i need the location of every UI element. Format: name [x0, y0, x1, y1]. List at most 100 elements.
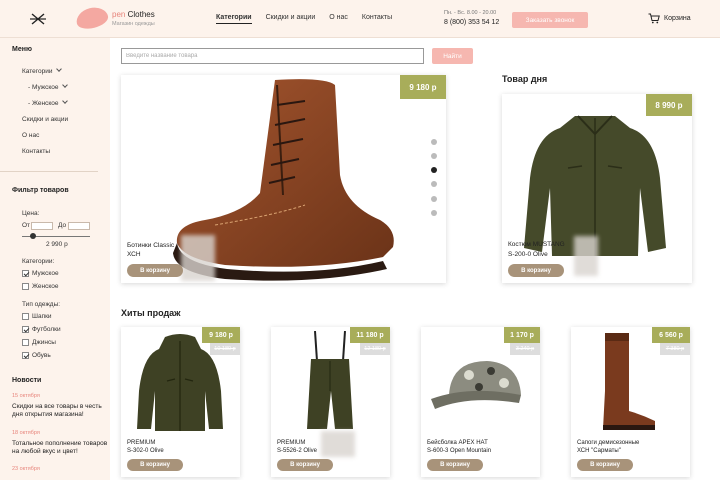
nav-contacts[interactable]: Контакты [362, 14, 392, 24]
boots-image [603, 333, 655, 430]
add-to-cart-button[interactable]: В корзину [127, 264, 183, 277]
news-title: Новости [12, 377, 42, 384]
product-card[interactable]: 1 170 р 3 240 р Бейсболка APEX HAT S-600… [421, 327, 540, 477]
product-price: 1 170 р [504, 327, 540, 343]
sidebar-item-categories[interactable]: Категории [22, 66, 62, 75]
top-navigation: Категории Скидки и акции О нас Контакты [216, 14, 392, 24]
checkbox-jeans[interactable] [22, 339, 29, 346]
price-label: Цена: [22, 210, 40, 217]
search-input[interactable] [121, 48, 424, 64]
call-request-button[interactable]: Заказать звонок [512, 12, 588, 28]
deal-title: Товар дня [502, 74, 548, 84]
blurred-area [181, 235, 215, 281]
news-date: 15 октября [12, 393, 40, 399]
logo-name: pen Clothes [112, 10, 155, 19]
carousel-dot[interactable] [431, 196, 437, 202]
checkbox-jeans-label: Джинсы [32, 339, 56, 346]
carousel-dot[interactable] [431, 181, 437, 187]
add-to-cart-button[interactable]: В корзину [508, 264, 564, 277]
logo-mark-icon [74, 4, 110, 32]
nav-categories[interactable]: Категории [216, 14, 252, 24]
carousel-dot[interactable] [431, 210, 437, 216]
checkbox-women[interactable] [22, 283, 29, 290]
phone-number[interactable]: 8 (800) 353 54 12 [444, 19, 499, 26]
working-hours: Пн. - Вс. 8.00 - 20.00 [444, 10, 497, 16]
checkbox-hats-label: Шапки [32, 313, 52, 320]
blurred-area [574, 236, 598, 276]
sidebar-item-discounts[interactable]: Скидки и акции [22, 116, 68, 123]
chevron-down-icon [61, 82, 68, 88]
deal-name[interactable]: Костюм MUSTANG [508, 240, 565, 249]
product-model: S-600-3 Open Mountain [427, 448, 492, 454]
product-old-price: 3 240 р [510, 343, 540, 355]
price-to-input[interactable] [68, 222, 90, 230]
price-from-input[interactable] [31, 222, 53, 230]
checkbox-women-label: Женское [32, 283, 59, 290]
cart-icon [648, 13, 660, 24]
bestsellers-title: Хиты продаж [121, 308, 181, 318]
featured-price: 9 180 р [400, 75, 446, 99]
product-old-price: 12 180 р [360, 343, 390, 355]
checkbox-tshirts[interactable] [22, 326, 29, 333]
cart-label: Корзина [664, 15, 691, 22]
cap-image [431, 361, 521, 409]
chevron-down-icon [55, 66, 62, 72]
news-date: 23 октября [12, 466, 40, 472]
deal-model: S-200-0 Olive [508, 251, 548, 258]
featured-model: ХСН [127, 251, 141, 258]
price-to-label: До [58, 222, 67, 229]
carousel-dot-active[interactable] [431, 167, 437, 173]
checkbox-men-label: Мужское [32, 270, 59, 277]
filter-title: Фильтр товаров [12, 187, 69, 194]
checkbox-hats[interactable] [22, 313, 29, 320]
site-header: pen Clothes Магазин одежды Категории Ски… [0, 0, 720, 38]
logo-subtitle: Магазин одежды [112, 21, 155, 27]
divider [0, 171, 98, 172]
nav-about[interactable]: О нас [329, 14, 348, 24]
add-to-cart-button[interactable]: В корзину [127, 459, 183, 471]
categories-label: Категории: [22, 258, 55, 265]
news-date: 18 октября [12, 430, 40, 436]
carousel-dot[interactable] [431, 139, 437, 145]
sidebar-item-women[interactable]: - Женское [28, 98, 68, 107]
product-model: S-302-0 Olive [127, 448, 164, 454]
product-old-price: 10 180 р [210, 343, 240, 355]
checkbox-tshirts-label: Футболки [32, 326, 61, 333]
checkbox-shoes[interactable] [22, 352, 29, 359]
product-price: 6 560 р [652, 327, 690, 343]
add-to-cart-button[interactable]: В корзину [427, 459, 483, 471]
nav-discounts[interactable]: Скидки и акции [266, 14, 316, 24]
product-card[interactable]: 6 560 р 7 380 р Сапоги демисезонные ХСН … [571, 327, 690, 477]
search-button[interactable]: Найти [432, 48, 473, 64]
menu-title: Меню [12, 46, 32, 53]
overalls-image [307, 331, 353, 429]
deal-product-card[interactable]: 8 990 р Костюм MUSTANG S-200-0 Olive В к… [502, 94, 692, 283]
chevron-down-icon [61, 98, 68, 104]
product-model: ХСН "Сарматы" [577, 448, 621, 454]
price-value: 2 990 р [46, 241, 68, 248]
close-menu-icon[interactable] [30, 13, 46, 25]
sidebar-item-about[interactable]: О нас [22, 132, 39, 139]
deal-price: 8 990 р [646, 94, 692, 116]
price-slider-handle[interactable] [30, 233, 36, 239]
add-to-cart-button[interactable]: В корзину [277, 459, 333, 471]
carousel-dot[interactable] [431, 153, 437, 159]
featured-product-card[interactable]: 9 180 р Ботинки Classic ХСН В корзину [121, 75, 446, 283]
sidebar-item-contacts[interactable]: Контакты [22, 148, 50, 155]
product-old-price: 7 380 р [660, 343, 690, 355]
news-text[interactable]: Тотальное пополнение товаров на любой вк… [12, 440, 108, 456]
cart-link[interactable]: Корзина [648, 13, 691, 24]
checkbox-men[interactable] [22, 270, 29, 277]
product-price: 11 180 р [350, 327, 390, 343]
price-from-label: От [22, 222, 31, 229]
featured-name[interactable]: Ботинки Classic [127, 241, 174, 250]
blurred-area [321, 431, 355, 457]
add-to-cart-button[interactable]: В корзину [577, 459, 633, 471]
news-text[interactable]: Скидки на все товары в честь дня открыти… [12, 403, 108, 419]
product-card[interactable]: 11 180 р 12 180 р PREMIUM S-5526-2 Olive… [271, 327, 390, 477]
product-price: 9 180 р [202, 327, 240, 343]
clothing-type-label: Тип одежды: [22, 301, 61, 308]
sidebar-item-men[interactable]: - Мужское [28, 82, 68, 91]
product-card[interactable]: 9 180 р 10 180 р PREMIUM S-302-0 Olive В… [121, 327, 240, 477]
product-model: S-5526-2 Olive [277, 448, 318, 454]
